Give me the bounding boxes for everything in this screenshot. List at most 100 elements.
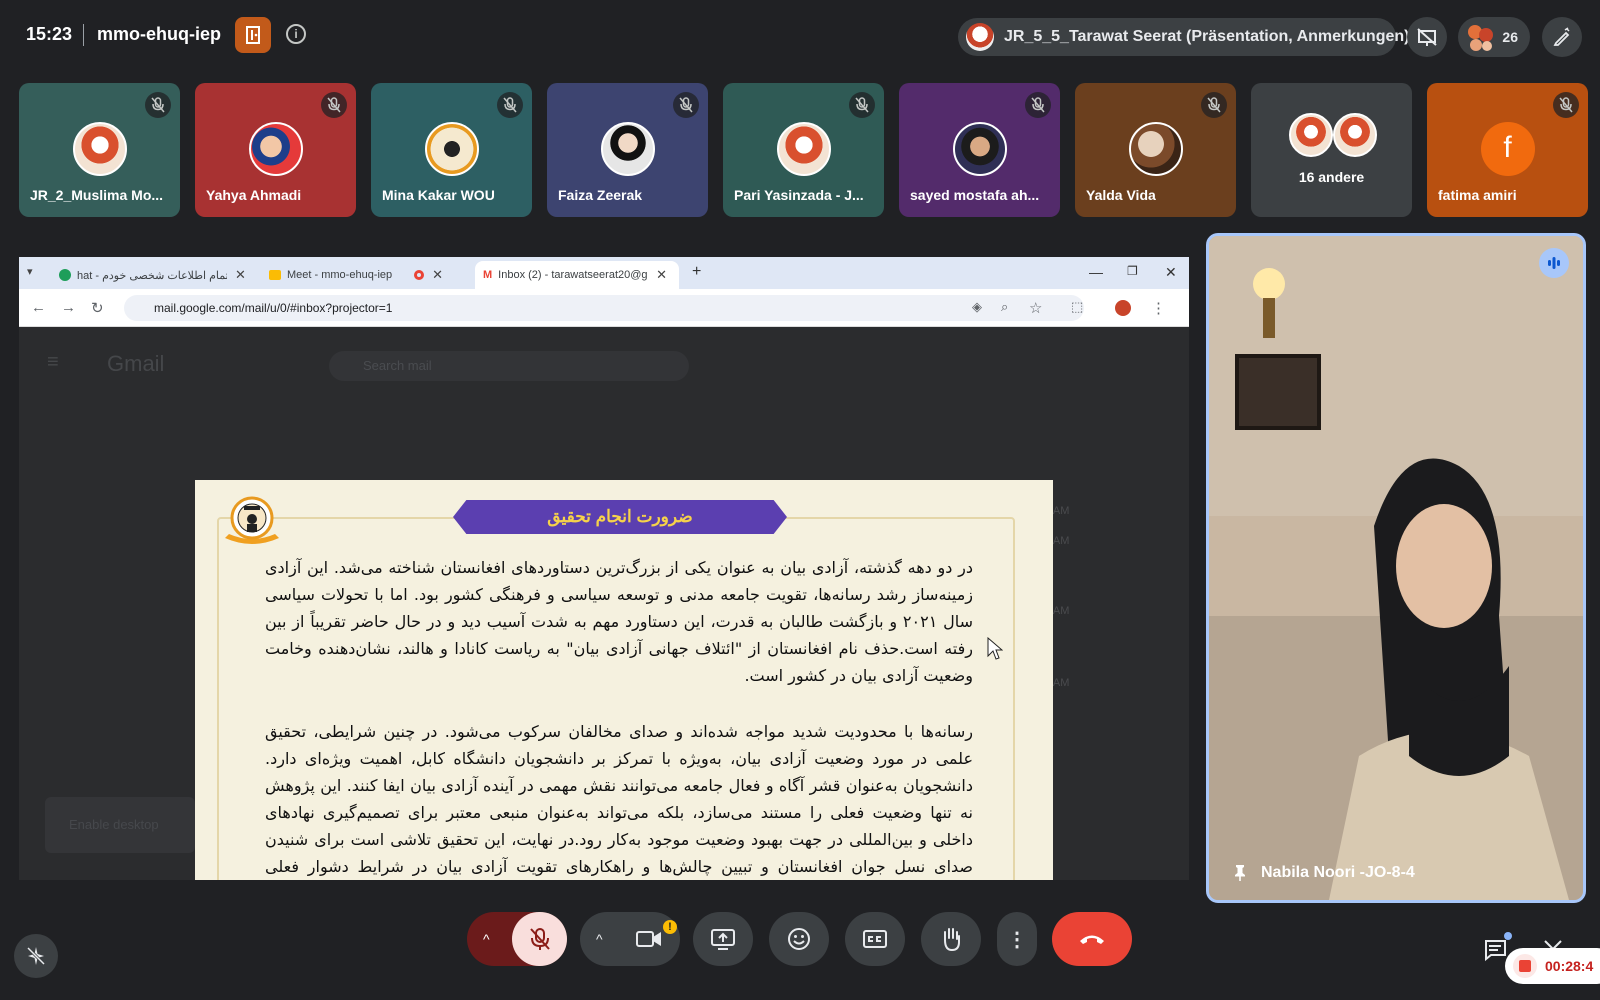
- hand-icon: [944, 928, 960, 952]
- presenter-pill[interactable]: JR_5_5_Tarawat Seerat (Präsentation, Anm…: [958, 18, 1409, 56]
- meeting-code: mmo-ehuq-iep: [97, 24, 221, 44]
- divider: [83, 24, 84, 46]
- participant-name: Mina Kakar WOU: [382, 187, 495, 203]
- hide-tiles-button[interactable]: [1407, 17, 1447, 57]
- close-icon[interactable]: ✕: [235, 267, 246, 283]
- recording-icon: [414, 270, 425, 280]
- pinned-speaker-name: Nabila Noori -JO-8-4: [1261, 864, 1415, 881]
- participant-tile[interactable]: JR_2_Muslima Mo...: [19, 83, 180, 217]
- forward-icon[interactable]: →: [61, 299, 76, 316]
- minimize-icon[interactable]: —: [1089, 264, 1103, 280]
- new-tab-button[interactable]: +: [692, 263, 701, 281]
- chat-icon: [1485, 940, 1506, 962]
- grouped-avatars: [1289, 113, 1379, 159]
- avatar: [1333, 113, 1377, 157]
- chevron-up-icon: ^: [483, 931, 490, 947]
- tab-search-icon[interactable]: ▾: [27, 265, 33, 278]
- people-count: 26: [1502, 29, 1518, 45]
- participant-name: JR_2_Muslima Mo...: [30, 187, 164, 203]
- mic-off-icon: [1025, 92, 1051, 118]
- browser-tab-strip: ▾ hat - تمام اطلاعات شخصی خودم ✕ Meet - …: [19, 257, 1189, 289]
- zoom-icon[interactable]: ⌕: [1001, 299, 1008, 315]
- browser-tab-chat[interactable]: hat - تمام اطلاعات شخصی خودم ✕: [51, 261, 257, 289]
- speaker-video-frame: [1209, 236, 1583, 900]
- others-count-label: 16 andere: [1298, 169, 1365, 185]
- reload-icon[interactable]: ↻: [91, 299, 104, 317]
- restore-icon[interactable]: ❐: [1127, 264, 1138, 278]
- top-bar: 15:23 mmo-ehuq-iep i JR_5_5_Tarawat Seer…: [0, 0, 1600, 72]
- reactions-button[interactable]: [769, 912, 829, 966]
- browser-tab-inbox[interactable]: M Inbox (2) - tarawatseerat20@gr ✕: [475, 261, 679, 289]
- chat-favicon-icon: [59, 269, 71, 281]
- address-bar: ← → ↻ mail.google.com/mail/u/0/#inbox?pr…: [19, 289, 1189, 327]
- eye-icon[interactable]: ◈: [972, 299, 982, 315]
- participant-name: fatima amiri: [1438, 187, 1517, 203]
- presentation-off-icon: [1417, 28, 1437, 46]
- window-close-icon[interactable]: ✕: [1165, 264, 1177, 281]
- chat-button[interactable]: [1482, 932, 1512, 967]
- people-avatars-icon: [1468, 25, 1493, 51]
- annotate-button[interactable]: [1542, 17, 1582, 57]
- effects-button[interactable]: [14, 934, 58, 978]
- leave-call-button[interactable]: [1052, 912, 1132, 966]
- participant-name: Pari Yasinzada - J...: [734, 187, 864, 203]
- tab-label: hat - تمام اطلاعات شخصی خودم: [77, 269, 227, 282]
- participant-tile[interactable]: Pari Yasinzada - J...: [723, 83, 884, 217]
- tab-label: Meet - mmo-ehuq-iep: [287, 269, 393, 281]
- gmail-menu-icon: ≡: [47, 351, 59, 373]
- participant-name: Yahya Ahmadi: [206, 187, 302, 203]
- presenter-avatar: [966, 23, 994, 51]
- mic-off-icon: [673, 92, 699, 118]
- participant-tile[interactable]: 16 andere: [1251, 83, 1412, 217]
- participant-tile[interactable]: Mina Kakar WOU: [371, 83, 532, 217]
- bookmark-star-icon[interactable]: ☆: [1029, 299, 1042, 317]
- captions-button[interactable]: [845, 912, 905, 966]
- mic-toggle-button[interactable]: [512, 912, 567, 966]
- present-button[interactable]: [693, 912, 753, 966]
- recording-time: 00:28:4: [1545, 958, 1594, 974]
- more-options-button[interactable]: ⋮: [997, 912, 1037, 966]
- recording-timer[interactable]: 00:28:4: [1505, 948, 1600, 984]
- sparkle-off-icon: [26, 946, 46, 966]
- avatar: [952, 122, 1007, 176]
- desktop-notification: Enable desktop: [45, 797, 195, 853]
- mic-off-icon: [1553, 92, 1579, 118]
- participant-tile[interactable]: sayed mostafa ah...: [899, 83, 1060, 217]
- participant-tile[interactable]: f fatima amiri: [1427, 83, 1588, 217]
- mic-off-icon: [849, 92, 875, 118]
- meet-favicon-icon: [269, 270, 281, 280]
- gmail-favicon-icon: M: [483, 269, 493, 281]
- presenter-name: JR_5_5_Tarawat Seerat (Präsentation, Anm…: [1004, 28, 1410, 45]
- camera-icon: [636, 931, 661, 947]
- mic-off-icon: [321, 92, 347, 118]
- slide-paragraph: در دو دهه گذشته، آزادی بیان به عنوان یکی…: [265, 558, 974, 685]
- avatar: [424, 122, 479, 176]
- door-icon[interactable]: [235, 17, 271, 53]
- pin-icon: [1235, 865, 1245, 881]
- university-logo-icon: [225, 496, 279, 544]
- presentation-slide: ضرورت انجام تحقیق در دو دهه گذشته، آزادی…: [195, 480, 1053, 880]
- extensions-icon[interactable]: ⬚: [1071, 299, 1083, 315]
- participant-tile[interactable]: Yalda Vida: [1075, 83, 1236, 217]
- url-field[interactable]: mail.google.com/mail/u/0/#inbox?projecto…: [124, 295, 1084, 321]
- close-icon[interactable]: ✕: [656, 267, 667, 283]
- more-vert-icon: ⋮: [1007, 928, 1027, 951]
- closed-captions-icon: [863, 930, 887, 948]
- browser-tab-meet[interactable]: Meet - mmo-ehuq-iep ✕: [261, 261, 471, 289]
- hang-up-icon: [1080, 935, 1104, 944]
- close-icon[interactable]: ✕: [432, 267, 443, 283]
- shared-screen-browser: ▾ hat - تمام اطلاعات شخصی خودم ✕ Meet - …: [19, 257, 1189, 880]
- profile-avatar[interactable]: [1115, 300, 1131, 316]
- participant-tile[interactable]: Faiza Zeerak: [547, 83, 708, 217]
- participant-tile[interactable]: Yahya Ahmadi: [195, 83, 356, 217]
- browser-menu-icon[interactable]: ⋮: [1151, 299, 1166, 317]
- avatar: [776, 122, 831, 176]
- raise-hand-button[interactable]: [921, 912, 981, 966]
- pinned-speaker-video[interactable]: Nabila Noori -JO-8-4: [1206, 233, 1586, 903]
- back-icon[interactable]: ←: [31, 299, 46, 316]
- participant-name: Yalda Vida: [1086, 187, 1156, 203]
- mic-off-icon: [497, 92, 523, 118]
- info-icon[interactable]: i: [286, 24, 306, 44]
- avatar: [1128, 122, 1183, 176]
- camera-group[interactable]: ^: [580, 912, 680, 966]
